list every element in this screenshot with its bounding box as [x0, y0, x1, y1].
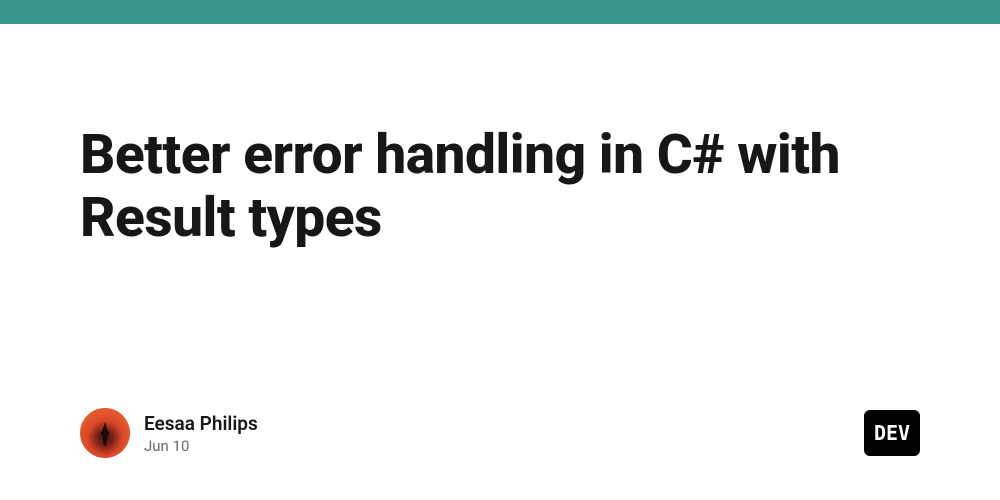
article-title: Better error handling in C# with Result … [80, 124, 920, 251]
card-footer: Eesaa Philips Jun 10 DEV [80, 408, 920, 458]
author-text: Eesaa Philips Jun 10 [144, 412, 258, 455]
dev-logo-badge: DEV [864, 410, 920, 456]
dev-logo-text: DEV [874, 421, 910, 445]
publish-date: Jun 10 [144, 437, 258, 455]
brand-accent-bar [0, 0, 1000, 24]
author-name: Eesaa Philips [144, 412, 258, 435]
article-content: Better error handling in C# with Result … [0, 24, 1000, 251]
avatar [80, 408, 130, 458]
author-block: Eesaa Philips Jun 10 [80, 408, 258, 458]
